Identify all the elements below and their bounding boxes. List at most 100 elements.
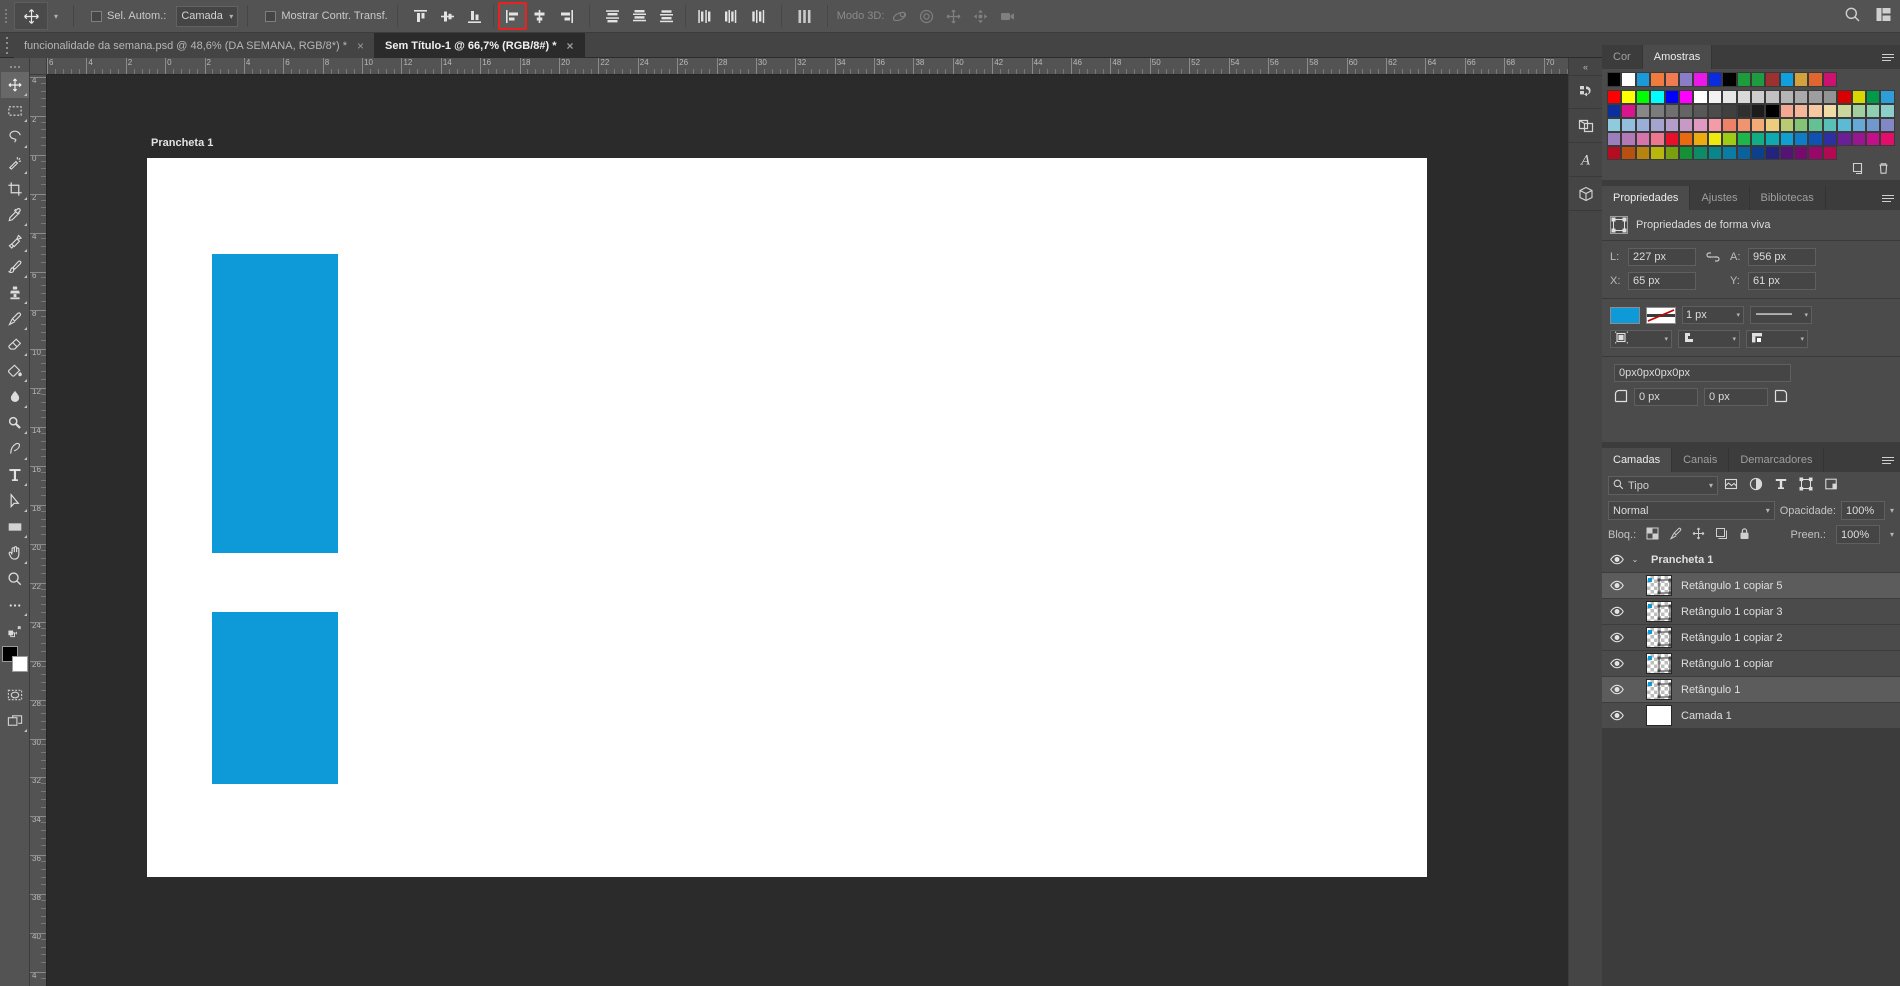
color-swatch[interactable]: [1765, 118, 1780, 132]
ruler-corner[interactable]: [30, 58, 47, 75]
recent-swatch[interactable]: [1765, 72, 1780, 87]
color-swatch[interactable]: [1779, 104, 1795, 118]
tab-cor[interactable]: Cor: [1602, 45, 1643, 69]
color-swatch[interactable]: [1822, 90, 1838, 104]
color-swatch[interactable]: [1880, 132, 1895, 146]
tab-bar-grip[interactable]: [0, 33, 14, 57]
auto-select-checkbox[interactable]: Sel. Autom.:: [91, 10, 166, 22]
quick-selection-tool[interactable]: [1, 150, 29, 176]
color-swatch[interactable]: [1822, 118, 1838, 132]
color-swatch[interactable]: [1765, 132, 1780, 146]
color-swatch[interactable]: [1851, 118, 1867, 132]
color-swatch[interactable]: [1607, 90, 1622, 104]
brush-tool[interactable]: [1, 254, 29, 280]
color-swatch[interactable]: [1678, 146, 1694, 160]
distribute-horizontal-centers-button[interactable]: [718, 3, 745, 29]
filter-pixel-icon[interactable]: [1724, 477, 1738, 494]
color-swatch[interactable]: [1678, 104, 1694, 118]
color-swatch[interactable]: [1678, 90, 1694, 104]
color-swatch[interactable]: [1650, 132, 1665, 146]
color-swatch[interactable]: [1808, 118, 1823, 132]
color-swatch[interactable]: [1722, 146, 1737, 160]
color-swatch[interactable]: [1837, 90, 1852, 104]
color-swatch[interactable]: [1621, 118, 1636, 132]
rectangular-marquee-tool[interactable]: [1, 98, 29, 124]
current-tool-move-icon[interactable]: [14, 2, 48, 30]
recent-swatch[interactable]: [1650, 72, 1665, 87]
color-swatch[interactable]: [1635, 118, 1651, 132]
color-swatch[interactable]: [1794, 90, 1809, 104]
opacity-input[interactable]: 100%: [1840, 501, 1885, 520]
distribute-top-edges-button[interactable]: [599, 3, 626, 29]
default-colors-button[interactable]: [1, 618, 29, 644]
color-swatch[interactable]: [1822, 104, 1838, 118]
x-input[interactable]: 65 px: [1628, 272, 1696, 290]
color-swatch[interactable]: [1678, 132, 1694, 146]
pen-tool[interactable]: [1, 436, 29, 462]
layer-row[interactable]: Retângulo 1 copiar 5: [1602, 573, 1900, 599]
layer-row[interactable]: Camada 1: [1602, 703, 1900, 729]
recent-swatch[interactable]: [1822, 72, 1838, 87]
align-horizontal-centers-button[interactable]: [526, 3, 553, 29]
color-swatch[interactable]: [1851, 90, 1867, 104]
color-swatch[interactable]: [1779, 118, 1795, 132]
lock-all-icon[interactable]: [1738, 527, 1751, 543]
color-swatch[interactable]: [1678, 118, 1694, 132]
color-swatch[interactable]: [1765, 104, 1780, 118]
recent-swatch[interactable]: [1750, 72, 1766, 87]
rectangle-shape-top[interactable]: [212, 254, 338, 553]
color-swatch[interactable]: [1722, 132, 1737, 146]
recent-swatch[interactable]: [1693, 72, 1708, 87]
stroke-none-icon[interactable]: [1646, 306, 1676, 324]
character-panel-icon[interactable]: A: [1568, 143, 1603, 177]
layer-thumbnail[interactable]: [1646, 575, 1672, 596]
color-swatch[interactable]: [1722, 90, 1737, 104]
slide-3d-icon[interactable]: [967, 3, 994, 29]
color-swatch[interactable]: [1808, 90, 1823, 104]
color-swatch[interactable]: [1664, 104, 1679, 118]
layer-visibility-eye-icon[interactable]: [1606, 658, 1628, 669]
layer-thumbnail[interactable]: [1646, 627, 1672, 648]
filter-type-icon[interactable]: [1774, 477, 1788, 494]
color-swatch[interactable]: [1707, 146, 1723, 160]
corner-radius-all-input[interactable]: 0px0px0px0px: [1614, 364, 1791, 382]
horizontal-type-tool[interactable]: [1, 462, 29, 488]
delete-swatch-icon[interactable]: [1877, 162, 1890, 178]
tab-amostras[interactable]: Amostras: [1642, 45, 1713, 69]
rectangle-shape-bottom[interactable]: [212, 612, 338, 784]
distribute-right-edges-button[interactable]: [745, 3, 772, 29]
document-tab-1[interactable]: funcionalidade da semana.psd @ 48,6% (DA…: [14, 33, 376, 58]
color-swatch[interactable]: [1822, 132, 1838, 146]
color-swatch[interactable]: [1722, 118, 1737, 132]
recent-swatch[interactable]: [1621, 72, 1636, 87]
color-swatch[interactable]: [1693, 132, 1708, 146]
edit-toolbar-more-button[interactable]: [1, 592, 29, 618]
color-swatch[interactable]: [1650, 104, 1665, 118]
stroke-width-dropdown[interactable]: 1 px ▾: [1682, 306, 1744, 324]
panel-menu-icon[interactable]: [1882, 50, 1896, 64]
layers-list[interactable]: ⌄ Prancheta 1 Retângulo 1 copiar 5 Retângul…: [1602, 547, 1900, 729]
layer-row[interactable]: Retângulo 1 copiar 2: [1602, 625, 1900, 651]
align-left-edges-button[interactable]: [497, 2, 527, 30]
color-swatch[interactable]: [1866, 132, 1881, 146]
history-brush-tool[interactable]: [1, 306, 29, 332]
color-swatch[interactable]: [1607, 146, 1622, 160]
color-swatch[interactable]: [1693, 118, 1708, 132]
color-swatch[interactable]: [1779, 132, 1795, 146]
screen-mode-button[interactable]: [1, 708, 29, 734]
artboard-label[interactable]: Prancheta 1: [151, 137, 213, 149]
layer-filter-type-dropdown[interactable]: Tipo ▾: [1608, 476, 1718, 495]
recent-swatches-row[interactable]: [1602, 69, 1900, 87]
y-input[interactable]: 61 px: [1748, 272, 1816, 290]
layer-thumbnail[interactable]: [1646, 679, 1672, 700]
document-tab-2[interactable]: Sem Título-1 @ 66,7% (RGB/8#) * ×: [375, 33, 585, 58]
panel-menu-icon[interactable]: [1882, 191, 1896, 205]
recent-swatch[interactable]: [1678, 72, 1694, 87]
eyedropper-tool[interactable]: [1, 202, 29, 228]
artboard-prancheta-1[interactable]: [147, 158, 1427, 877]
recent-swatch[interactable]: [1808, 72, 1823, 87]
orbit-3d-icon[interactable]: [886, 3, 913, 29]
recent-swatch[interactable]: [1794, 72, 1809, 87]
link-wh-icon[interactable]: [1702, 252, 1724, 262]
workspace-switcher-icon[interactable]: [1875, 6, 1892, 26]
